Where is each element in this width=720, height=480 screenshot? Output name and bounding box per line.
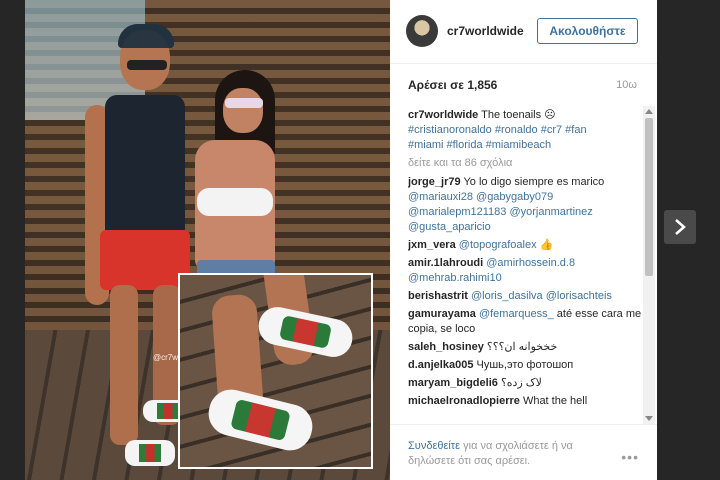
cap-front [118,24,174,48]
login-link[interactable]: Συνδεθείτε [408,440,460,452]
comment-username[interactable]: berishastrit [408,290,468,302]
likes-count[interactable]: Αρέσει σε 1,856 [408,78,497,92]
inset-zoom-photo [178,273,373,469]
comment-item: michaelronadlopierre What the hell [408,394,643,409]
caption-text: The toenails ☹ [481,109,556,121]
follow-button[interactable]: Ακολουθήστε [537,18,638,44]
login-prompt: Συνδεθείτε για να σχολιάσετε ή να δηλώσε… [408,439,613,469]
scrollbar-thumb[interactable] [645,118,653,276]
scroll-up-arrow-icon[interactable] [645,109,653,114]
author-username[interactable]: cr7worldwide [447,24,524,38]
caption-username[interactable]: cr7worldwide [408,109,478,121]
comment-mentions[interactable]: @femarquess_ [479,308,554,320]
post-time[interactable]: 10ω [616,79,637,91]
tank-top [105,95,185,235]
post-header: cr7worldwide Ακολουθήστε [390,0,657,64]
comment-item: jorge_jr79 Yo lo digo siempre es marico … [408,175,643,235]
slide-sandal [203,384,318,456]
view-all-comments-link[interactable]: δείτε και τα 86 σχόλια [408,156,643,171]
comment-text: What the hell [522,395,588,407]
woman-figure [185,70,285,300]
white-top [197,188,273,216]
slide-sandal [125,440,175,466]
comment-item: amir.1lahroudi @amirhossein.d.8 @mehrab.… [408,256,643,286]
chevron-right-icon [675,219,686,235]
comment-username[interactable]: saleh_hosiney [408,341,484,353]
avatar[interactable] [406,15,438,47]
comment-username[interactable]: maryam_bigdeli6 [408,377,498,389]
comment-footer: Συνδεθείτε για να σχολιάσετε ή να δηλώσε… [390,424,657,480]
caption: cr7worldwide The toenails ☹ #cristianoro… [408,108,643,153]
comment-username[interactable]: michaelronadlopierre [408,395,520,407]
comment-mentions[interactable]: @loris_dasilva @lorisachteis [471,290,612,302]
comments-list[interactable]: cr7worldwide The toenails ☹ #cristianoro… [408,108,643,426]
comment-item: jxm_vera @topografoalex 👍 [408,238,643,253]
comment-item: d.anjelka005 Чушь,это фотошоп [408,358,643,373]
comment-username[interactable]: d.anjelka005 [408,359,473,371]
comment-username[interactable]: amir.1lahroudi [408,257,483,269]
comment-mentions[interactable]: @mariauxi28 @gabygaby079 @marialepm12118… [408,191,593,233]
comment-text: Чушь,это фотошоп [476,359,574,371]
comment-text: Yo lo digo siempre es marico [463,176,605,188]
comment-text: خخخوانه ان؟؟؟ [486,341,558,353]
comment-item: berishastrit @loris_dasilva @lorisachtei… [408,289,643,304]
comment-item: saleh_hosiney خخخوانه ان؟؟؟ [408,340,643,355]
man-figure [85,20,190,460]
comment-item: maryam_bigdeli6 لاک زده؟ [408,376,643,391]
caption-hashtags[interactable]: #cristianoronaldo #ronaldo #cr7 #fan [408,124,587,136]
caption-hashtags[interactable]: #miami #florida #miamibeach [408,139,551,151]
red-shorts [100,230,190,290]
scroll-down-arrow-icon[interactable] [645,416,653,421]
more-options-icon[interactable]: ••• [621,449,639,465]
sunglasses [127,60,167,70]
comment-text: لاک زده؟ [500,377,542,389]
comments-scrollbar[interactable] [643,106,655,424]
next-post-button[interactable] [664,210,696,244]
comment-item: gamurayama @femarquess_ até esse cara me… [408,307,643,337]
sunglasses [225,98,263,108]
leg-left [110,285,138,445]
face [223,88,263,133]
comment-mentions[interactable]: @topografoalex 👍 [459,239,554,251]
post-side-panel: cr7worldwide Ακολουθήστε Αρέσει σε 1,856… [390,0,657,480]
comment-username[interactable]: jxm_vera [408,239,456,251]
comment-username[interactable]: jorge_jr79 [408,176,461,188]
comment-username[interactable]: gamurayama [408,308,476,320]
